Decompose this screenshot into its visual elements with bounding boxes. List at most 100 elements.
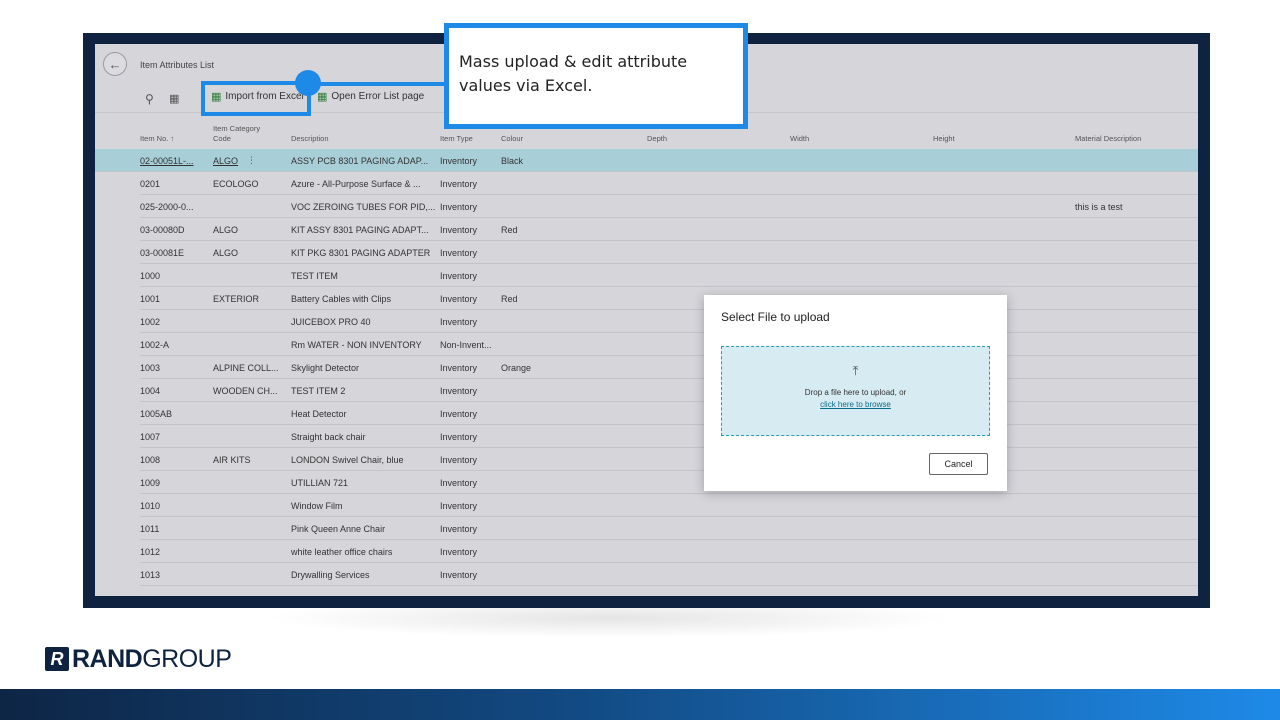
cell-item-type: Inventory [440, 156, 478, 166]
cell-item-no[interactable]: 1007 [140, 432, 210, 442]
table-row[interactable]: 1012 white leather office chairs Invento… [140, 540, 1198, 563]
column-header-description[interactable]: Description [291, 134, 329, 143]
column-header-depth[interactable]: Depth [647, 134, 667, 143]
table-row[interactable]: 03-00081E ALGO KIT PKG 8301 PAGING ADAPT… [140, 241, 1198, 264]
cell-item-no[interactable]: 1008 [140, 455, 210, 465]
cell-description: TEST ITEM 2 [291, 386, 346, 396]
cell-item-no[interactable]: 1003 [140, 363, 210, 373]
cell-description: KIT ASSY 8301 PAGING ADAPT... [291, 225, 429, 235]
column-header-width[interactable]: Width [790, 134, 809, 143]
open-error-list-label: Open Error List page [331, 91, 425, 102]
cell-description: Azure - All-Purpose Surface & ... [291, 179, 421, 189]
cell-colour: Red [501, 294, 518, 304]
cell-description: Skylight Detector [291, 363, 360, 373]
cell-colour: Red [501, 225, 518, 235]
table-row[interactable]: 1013 Drywalling Services Inventory [140, 563, 1198, 586]
column-header-category-line1[interactable]: Item Category [213, 124, 260, 133]
cell-description: VOC ZEROING TUBES FOR PID,... [291, 202, 436, 212]
cell-item-no[interactable]: 0201 [140, 179, 210, 189]
table-row[interactable]: 1000 TEST ITEM Inventory [140, 264, 1198, 287]
cell-description: TEST ITEM [291, 271, 338, 281]
cell-item-type: Inventory [440, 409, 478, 419]
cell-item-no[interactable]: 025-2000-0... [140, 202, 210, 212]
column-header-category-line2[interactable]: Code [213, 134, 231, 143]
dialog-title: Select File to upload [721, 310, 830, 324]
footer-gradient-bar [0, 689, 1280, 720]
table-row[interactable]: 03-00080D ALGO KIT ASSY 8301 PAGING ADAP… [140, 218, 1198, 241]
table-row[interactable]: 1002-A Rm WATER - NON INVENTORY Non-Inve… [140, 333, 1198, 356]
cell-colour: Black [501, 156, 524, 166]
cell-item-no[interactable]: 1009 [140, 478, 210, 488]
cell-item-type: Inventory [440, 478, 478, 488]
table-row[interactable]: 1008 AIR KITS LONDON Swivel Chair, blue … [140, 448, 1198, 471]
cell-item-type: Inventory [440, 455, 478, 465]
browse-link[interactable]: click here to browse [722, 400, 989, 409]
cell-category: ALGO [213, 225, 239, 235]
back-button[interactable]: ← [103, 52, 127, 76]
cell-description: Pink Queen Anne Chair [291, 524, 386, 534]
callout-text: Mass upload & edit attribute values via … [459, 52, 688, 95]
logo-name-bold: RAND [72, 644, 143, 673]
cell-item-no[interactable]: 1004 [140, 386, 210, 396]
cell-item-type: Non-Invent... [440, 340, 492, 350]
logo-name-light: GROUP [142, 644, 232, 673]
cell-category: EXTERIOR [213, 294, 260, 304]
open-error-list-button[interactable]: ▦ Open Error List page [317, 90, 424, 103]
column-header-material-description[interactable]: Material Description [1075, 134, 1141, 143]
cell-item-type: Inventory [440, 363, 478, 373]
table-row[interactable]: 1003 ALPINE COLL... Skylight Detector In… [140, 356, 1198, 379]
cell-item-no[interactable]: 1002-A [140, 340, 210, 350]
cell-item-no[interactable]: 02-00051L-... [140, 156, 210, 166]
table-row[interactable]: 1010 Window Film Inventory [140, 494, 1198, 517]
cell-item-type: Inventory [440, 317, 478, 327]
cell-item-type: Inventory [440, 294, 478, 304]
table-row[interactable]: 1011 Pink Queen Anne Chair Inventory [140, 517, 1198, 540]
cell-item-no[interactable]: 1005AB [140, 409, 210, 419]
cell-item-no[interactable]: 1010 [140, 501, 210, 511]
cell-item-no[interactable]: 1013 [140, 570, 210, 580]
cell-description: LONDON Swivel Chair, blue [291, 455, 404, 465]
cell-item-type: Inventory [440, 501, 478, 511]
cell-item-no[interactable]: 03-00081E [140, 248, 210, 258]
column-header-height[interactable]: Height [933, 134, 955, 143]
cell-material: this is a test [1075, 202, 1123, 212]
table-row[interactable]: 1009 UTILLIAN 721 Inventory [140, 471, 1198, 494]
table-row[interactable]: 02-00051L-... ⋮ ALGO ASSY PCB 8301 PAGIN… [95, 149, 1198, 172]
excel-icon: ▦ [317, 91, 328, 103]
table-row[interactable]: 1007 Straight back chair Inventory [140, 425, 1198, 448]
cell-category: ALPINE COLL... [213, 363, 279, 373]
cell-description: Drywalling Services [291, 570, 370, 580]
cell-item-no[interactable]: 1000 [140, 271, 210, 281]
cell-category: ECOLOGO [213, 179, 259, 189]
table-row[interactable]: 025-2000-0... VOC ZEROING TUBES FOR PID,… [140, 195, 1198, 218]
cell-description: KIT PKG 8301 PAGING ADAPTER [291, 248, 431, 258]
cell-item-type: Inventory [440, 179, 478, 189]
search-icon[interactable]: ⚲ [145, 92, 154, 106]
cell-item-no[interactable]: 1001 [140, 294, 210, 304]
column-header-item-type[interactable]: Item Type [440, 134, 473, 143]
callout-box: Mass upload & edit attribute values via … [444, 23, 748, 129]
arrow-left-icon: ← [108, 56, 122, 72]
table-row[interactable]: 1002 JUICEBOX PRO 40 Inventory [140, 310, 1198, 333]
cell-category[interactable]: ALGO [213, 156, 293, 166]
callout-dot [295, 70, 321, 96]
upload-icon: ⤒ [852, 363, 859, 378]
cell-item-no[interactable]: 1012 [140, 547, 210, 557]
cell-description: JUICEBOX PRO 40 [291, 317, 371, 327]
column-header-colour[interactable]: Colour [501, 134, 523, 143]
cell-item-no[interactable]: 1002 [140, 317, 210, 327]
cell-item-no[interactable]: 1011 [140, 524, 210, 534]
callout-connector [318, 82, 448, 86]
table-row[interactable]: 1004 WOODEN CH... TEST ITEM 2 Inventory [140, 379, 1198, 402]
column-header-item-no[interactable]: Item No. ↑ [140, 134, 174, 143]
cell-item-no[interactable]: 03-00080D [140, 225, 210, 235]
page-title: Item Attributes List [140, 60, 215, 70]
table-row[interactable]: 0201 ECOLOGO Azure - All-Purpose Surface… [140, 172, 1198, 195]
table-row[interactable]: 1001 EXTERIOR Battery Cables with Clips … [140, 287, 1198, 310]
cell-description: Straight back chair [291, 432, 366, 442]
cell-description: white leather office chairs [291, 547, 393, 557]
cancel-button[interactable]: Cancel [929, 453, 988, 475]
file-dropzone[interactable]: ⤒ Drop a file here to upload, or click h… [721, 346, 990, 436]
table-row[interactable]: 1005AB Heat Detector Inventory [140, 402, 1198, 425]
filter-pane-icon[interactable]: ▦ [169, 92, 179, 105]
